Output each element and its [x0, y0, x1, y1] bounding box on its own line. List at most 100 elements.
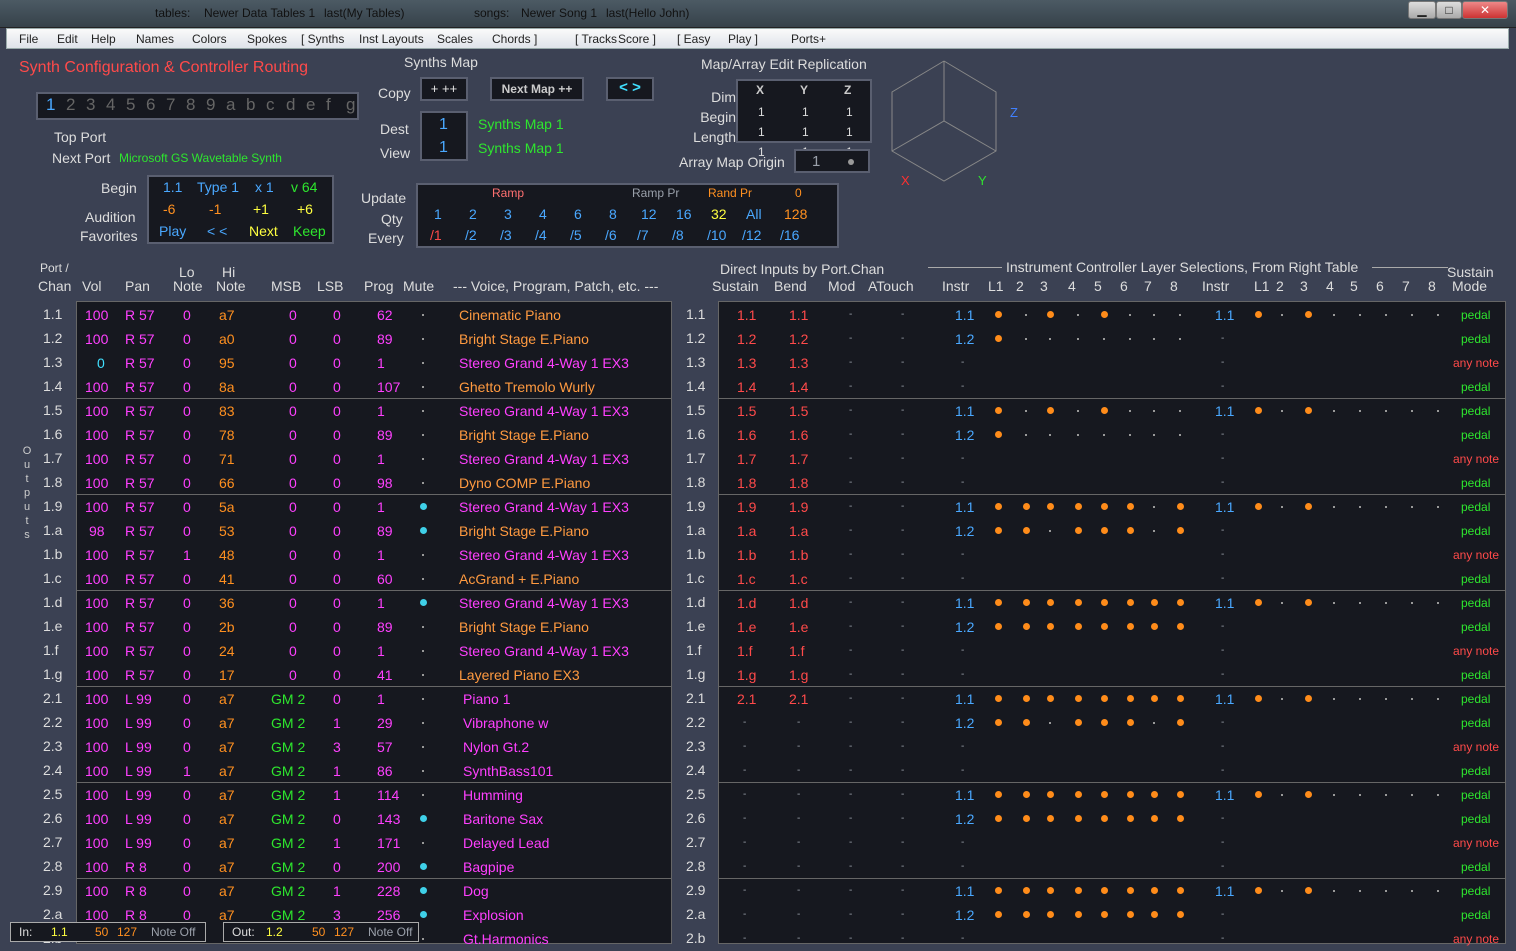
sustain-mode[interactable]: pedal — [1461, 903, 1490, 927]
voice-name[interactable]: Stereo Grand 4-Way 1 EX3 — [459, 639, 629, 663]
qty-option-0[interactable]: 1 — [434, 206, 442, 222]
cell-vol[interactable]: 100 — [85, 327, 108, 351]
controller-row[interactable]: - - - - - - any note — [719, 735, 1505, 759]
port-option-5[interactable]: 5 — [126, 95, 135, 115]
empty-input-dash[interactable]: - — [849, 831, 852, 855]
cell-lsb[interactable]: 1 — [333, 711, 341, 735]
voice-row[interactable]: 98 R 57 0 53 0 0 89 Bright Stage E.Piano — [77, 519, 671, 543]
cell-lsb[interactable]: 1 — [333, 879, 341, 903]
cell-lsb[interactable]: 1 — [333, 759, 341, 783]
qty-option-1[interactable]: 2 — [469, 206, 477, 222]
voice-row[interactable]: 100 R 57 0 a7 0 0 62 Cinematic Piano — [77, 303, 671, 327]
cell-hi[interactable]: 78 — [219, 423, 235, 447]
tables-value[interactable]: Newer Data Tables 1 — [204, 6, 315, 20]
sustain-mode[interactable]: any note — [1453, 639, 1499, 663]
audition-value-1[interactable]: -1 — [209, 201, 221, 217]
instr-value[interactable]: 1.1 — [955, 399, 974, 423]
every-option-6[interactable]: /7 — [637, 227, 649, 243]
voice-name[interactable]: Stereo Grand 4-Way 1 EX3 — [459, 399, 629, 423]
controller-row[interactable]: - - - - 1.1 1.1 pedal — [719, 879, 1505, 903]
instr2-empty-dash[interactable]: - — [1221, 855, 1224, 879]
cell-msb[interactable]: GM 2 — [271, 759, 305, 783]
voice-row[interactable]: 100 R 57 1 48 0 0 1 Stereo Grand 4-Way 1 EX3 — [77, 543, 671, 567]
empty-input-dash[interactable]: - — [743, 711, 746, 735]
instr-value[interactable]: 1.2 — [955, 423, 974, 447]
instr2-value[interactable]: 1.1 — [1215, 399, 1234, 423]
cell-lo[interactable]: 1 — [183, 759, 191, 783]
cell-msb[interactable]: 0 — [289, 351, 297, 375]
sustain-input[interactable]: 1.f — [737, 639, 753, 663]
cell-pan[interactable]: R 57 — [125, 519, 155, 543]
cell-hi[interactable]: a0 — [219, 327, 235, 351]
sustain-mode[interactable]: pedal — [1461, 783, 1490, 807]
origin-field[interactable]: 1 — [794, 149, 870, 173]
instr2-value[interactable]: 1.1 — [1215, 687, 1234, 711]
instr2-empty-dash[interactable]: - — [1221, 567, 1224, 591]
close-button[interactable]: ✕ — [1462, 1, 1508, 19]
cell-pan[interactable]: L 99 — [125, 735, 152, 759]
instr2-empty-dash[interactable]: - — [1221, 735, 1224, 759]
voice-name[interactable]: Gt.Harmonics — [463, 927, 549, 951]
fav-value-2[interactable]: Next — [249, 223, 278, 239]
begin-value-0[interactable]: 1.1 — [163, 179, 182, 195]
cell-prog[interactable]: 107 — [377, 375, 400, 399]
empty-input-dash[interactable]: - — [901, 591, 904, 615]
cell-lo[interactable]: 1 — [183, 543, 191, 567]
voice-name[interactable]: Bright Stage E.Piano — [459, 423, 589, 447]
cell-lo[interactable]: 0 — [183, 879, 191, 903]
cell-prog[interactable]: 114 — [377, 783, 399, 807]
cell-pan[interactable]: R 57 — [125, 543, 155, 567]
instr2-empty-dash[interactable]: - — [1221, 615, 1224, 639]
voice-row[interactable]: 0 R 57 0 95 0 0 1 Stereo Grand 4-Way 1 EX3 — [77, 351, 671, 375]
cell-lo[interactable]: 0 — [183, 447, 191, 471]
sustain-input[interactable]: 1.a — [737, 519, 756, 543]
cell-pan[interactable]: R 57 — [125, 375, 155, 399]
controller-row[interactable]: - - - - 1.2 - pedal — [719, 807, 1505, 831]
cell-prog[interactable]: 98 — [377, 471, 393, 495]
bend-input[interactable]: 1.a — [789, 519, 808, 543]
voice-row[interactable]: 100 R 57 0 66 0 0 98 Dyno COMP E.Piano — [77, 471, 671, 495]
port-option-c[interactable]: c — [266, 95, 275, 115]
empty-input-dash[interactable]: - — [849, 567, 852, 591]
bend-input[interactable]: 1.b — [789, 543, 808, 567]
fav-value-0[interactable]: Play — [159, 223, 186, 239]
cell-prog[interactable]: 228 — [377, 879, 400, 903]
cell-vol[interactable]: 100 — [85, 543, 108, 567]
controller-row[interactable]: 1.e 1.e - - 1.2 - pedal — [719, 615, 1505, 639]
instr2-empty-dash[interactable]: - — [1221, 927, 1224, 951]
cell-prog[interactable]: 143 — [377, 807, 400, 831]
sustain-mode[interactable]: pedal — [1461, 759, 1490, 783]
cell-msb[interactable]: GM 2 — [271, 831, 305, 855]
cell-lo[interactable]: 0 — [183, 471, 191, 495]
cell-msb[interactable]: 0 — [289, 615, 297, 639]
cell-prog[interactable]: 86 — [377, 759, 393, 783]
empty-input-dash[interactable]: - — [849, 447, 852, 471]
empty-input-dash[interactable]: - — [797, 807, 800, 831]
empty-input-dash[interactable]: - — [901, 519, 904, 543]
qty-option-2[interactable]: 3 — [504, 206, 512, 222]
empty-input-dash[interactable]: - — [849, 591, 852, 615]
empty-input-dash[interactable]: - — [849, 351, 852, 375]
empty-input-dash[interactable]: - — [901, 807, 904, 831]
instr2-empty-dash[interactable]: - — [1221, 375, 1224, 399]
replication-grid[interactable]: XYZDim111Begin111Length111 — [693, 79, 872, 159]
next-map-button[interactable]: Next Map ++ — [490, 77, 584, 101]
controller-row[interactable]: 1.3 1.3 - - - - any note — [719, 351, 1505, 375]
begin-value-1[interactable]: Type 1 — [197, 179, 239, 195]
cell-hi[interactable]: a7 — [219, 879, 235, 903]
cell-prog[interactable]: 57 — [377, 735, 393, 759]
cell-pan[interactable]: R 57 — [125, 327, 155, 351]
sustain-input[interactable]: 1.2 — [737, 327, 756, 351]
cell-vol[interactable]: 100 — [85, 567, 108, 591]
voice-row[interactable]: 100 R 57 0 a0 0 0 89 Bright Stage E.Piano — [77, 327, 671, 351]
empty-input-dash[interactable]: - — [901, 399, 904, 423]
cell-lo[interactable]: 0 — [183, 567, 191, 591]
every-option-10[interactable]: /16 — [780, 227, 799, 243]
cell-hi[interactable]: 48 — [219, 543, 235, 567]
voice-row[interactable]: 100 R 57 0 78 0 0 89 Bright Stage E.Piano — [77, 423, 671, 447]
empty-input-dash[interactable]: - — [797, 879, 800, 903]
begin-value-3[interactable]: v 64 — [291, 179, 317, 195]
every-option-0[interactable]: /1 — [430, 227, 442, 243]
menu-item-1[interactable]: Edit — [57, 32, 78, 46]
voice-name[interactable]: Stereo Grand 4-Way 1 EX3 — [459, 495, 629, 519]
